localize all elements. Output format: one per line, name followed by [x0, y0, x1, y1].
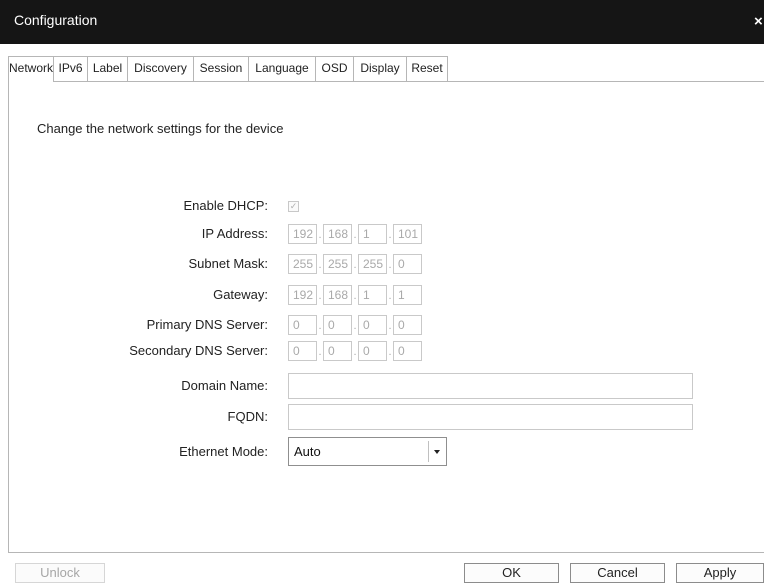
- fqdn-label: FQDN:: [227, 409, 268, 424]
- secondary-dns-label: Secondary DNS Server:: [129, 343, 268, 358]
- primary-dns-octet-3[interactable]: 0: [358, 315, 387, 335]
- gateway-octet-4[interactable]: 1: [393, 285, 422, 305]
- ip-octet-2[interactable]: 168: [323, 224, 352, 244]
- tab-label: Network: [9, 61, 54, 75]
- subnet-octet-3[interactable]: 255: [358, 254, 387, 274]
- tab-ipv6[interactable]: IPv6: [53, 56, 87, 81]
- chevron-down-icon: [434, 450, 440, 454]
- cancel-button[interactable]: Cancel: [570, 563, 665, 583]
- tab-label: Reset: [411, 61, 443, 75]
- domain-name-input[interactable]: [288, 373, 693, 399]
- fqdn-input[interactable]: [288, 404, 693, 430]
- ip-octet-1[interactable]: 192: [288, 224, 317, 244]
- ok-button[interactable]: OK: [464, 563, 559, 583]
- primary-dns-octet-4[interactable]: 0: [393, 315, 422, 335]
- ethernet-mode-value: Auto: [294, 444, 321, 459]
- tab-label: OSD: [321, 61, 348, 75]
- gateway-octet-1[interactable]: 192: [288, 285, 317, 305]
- window-title: Configuration: [14, 12, 98, 28]
- ip-octet-4[interactable]: 101: [393, 224, 422, 244]
- tab-osd[interactable]: OSD: [315, 56, 353, 81]
- tab-label: Language: [255, 61, 309, 75]
- ip-address-label: IP Address:: [201, 226, 268, 241]
- secondary-dns-octet-1[interactable]: 0: [288, 341, 317, 361]
- tab-label: Label: [92, 61, 123, 75]
- tab-label: IPv6: [58, 61, 83, 75]
- gateway-octet-2[interactable]: 168: [323, 285, 352, 305]
- tab-label: Discovery: [134, 61, 187, 75]
- tab-display[interactable]: Display: [353, 56, 406, 81]
- subnet-octet-2[interactable]: 255: [323, 254, 352, 274]
- tab-strip: Network IPv6 Label Discovery Session Lan…: [8, 56, 764, 82]
- secondary-dns-octet-3[interactable]: 0: [358, 341, 387, 361]
- gateway-label: Gateway:: [213, 287, 268, 302]
- tab-discovery[interactable]: Discovery: [127, 56, 193, 81]
- subnet-octet-4[interactable]: 0: [393, 254, 422, 274]
- tab-label-settings[interactable]: Label: [87, 56, 127, 81]
- close-icon[interactable]: ×: [754, 14, 764, 30]
- title-bar: Configuration ×: [0, 0, 764, 44]
- primary-dns-octet-1[interactable]: 0: [288, 315, 317, 335]
- domain-name-label: Domain Name:: [181, 378, 268, 393]
- tab-language[interactable]: Language: [248, 56, 315, 81]
- secondary-dns-octet-2[interactable]: 0: [323, 341, 352, 361]
- panel-heading: Change the network settings for the devi…: [37, 121, 284, 136]
- dhcp-label: Enable DHCP:: [183, 198, 268, 213]
- gateway-octet-3[interactable]: 1: [358, 285, 387, 305]
- tab-reset[interactable]: Reset: [406, 56, 448, 81]
- select-divider: [428, 441, 429, 462]
- dhcp-checkbox[interactable]: ✓: [288, 201, 299, 212]
- tab-session[interactable]: Session: [193, 56, 248, 81]
- tab-network[interactable]: Network: [8, 56, 53, 82]
- subnet-mask-label: Subnet Mask:: [188, 256, 269, 271]
- subnet-octet-1[interactable]: 255: [288, 254, 317, 274]
- unlock-button[interactable]: Unlock: [15, 563, 105, 583]
- primary-dns-label: Primary DNS Server:: [146, 317, 268, 332]
- tab-label: Session: [199, 61, 243, 75]
- ip-octet-3[interactable]: 1: [358, 224, 387, 244]
- apply-button[interactable]: Apply: [676, 563, 764, 583]
- ethernet-mode-label: Ethernet Mode:: [179, 444, 268, 459]
- ethernet-mode-select[interactable]: Auto: [288, 437, 447, 466]
- secondary-dns-octet-4[interactable]: 0: [393, 341, 422, 361]
- primary-dns-octet-2[interactable]: 0: [323, 315, 352, 335]
- tab-label: Display: [360, 61, 400, 75]
- checkmark-icon: ✓: [289, 201, 298, 211]
